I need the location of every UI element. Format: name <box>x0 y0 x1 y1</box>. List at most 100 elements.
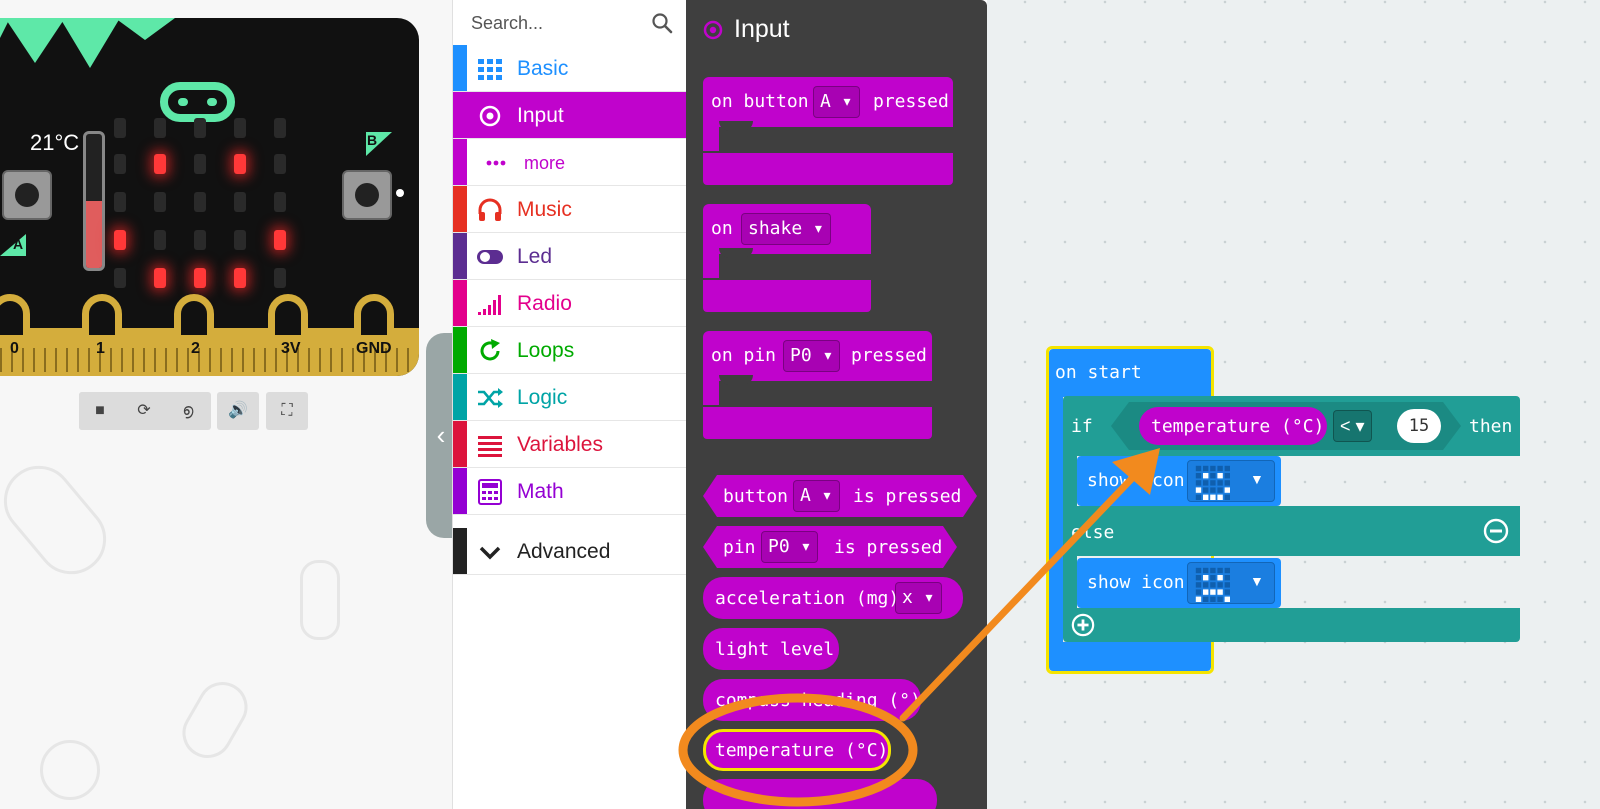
toolbox-category-basic[interactable]: Basic <box>453 45 687 92</box>
block-text: temperature (°C) <box>1151 416 1325 437</box>
toolbox-category-advanced[interactable]: Advanced <box>453 528 687 575</box>
axis-dropdown[interactable]: x ▾ <box>895 582 942 614</box>
block-on-button-pressed[interactable]: on button A ▾ pressed <box>703 77 953 187</box>
edge-tooth <box>396 348 398 372</box>
icon-dropdown[interactable]: ▼ <box>1187 460 1275 502</box>
block-text: is pressed <box>853 486 962 507</box>
toolbox-category-logic[interactable]: Logic <box>453 374 687 421</box>
pin-gnd[interactable] <box>354 294 394 342</box>
button-dropdown[interactable]: A ▾ <box>793 480 840 512</box>
restart-icon[interactable]: ⟳ <box>123 392 165 430</box>
edge-tooth <box>22 348 24 372</box>
icon-dropdown[interactable]: ▼ <box>1187 562 1275 604</box>
happy-face-icon <box>1195 465 1230 500</box>
search-icon[interactable] <box>651 12 673 34</box>
block-button-is-pressed[interactable]: button A ▾ is pressed <box>703 475 977 517</box>
block-text: on pin <box>711 345 777 366</box>
block-on-pin-pressed[interactable]: on pin P0 ▾ pressed <box>703 331 932 441</box>
led-pixel <box>114 230 126 250</box>
category-label: Basic <box>517 57 569 80</box>
block-show-icon-sad[interactable]: show icon ▼ <box>1077 558 1281 608</box>
icon-pixel <box>1224 480 1230 486</box>
edge-tooth <box>352 348 354 372</box>
pin-3v[interactable] <box>268 294 308 342</box>
led-pixel <box>154 192 166 212</box>
led-pixel <box>154 118 166 138</box>
sad-face-icon <box>1195 567 1230 602</box>
icon-pixel <box>1224 575 1230 581</box>
icon-pixel <box>1195 494 1202 500</box>
block-pin-is-pressed[interactable]: pin P0 ▾ is pressed <box>703 526 957 568</box>
temperature-slider[interactable] <box>83 131 105 271</box>
toolbox-category-music[interactable]: Music <box>453 186 687 233</box>
edge-tooth <box>0 348 2 372</box>
edge-tooth <box>220 348 222 372</box>
pin-0[interactable] <box>0 294 30 342</box>
toolbox-category-led[interactable]: Led <box>453 233 687 280</box>
toolbox-category-variables[interactable]: Variables <box>453 421 687 468</box>
block-temperature[interactable]: temperature (°C) <box>703 729 891 771</box>
block-next-partial[interactable] <box>703 779 937 809</box>
pin-2[interactable] <box>174 294 214 342</box>
block-acceleration[interactable]: acceleration (mg) x ▾ <box>703 577 963 619</box>
background-doodle <box>173 672 257 768</box>
workspace[interactable]: on start if then temperature (°C) < ▾ 15… <box>987 0 1600 809</box>
block-temperature-reporter[interactable]: temperature (°C) <box>1139 407 1327 445</box>
icon-pixel <box>1217 480 1223 486</box>
board-corner-stripe <box>60 18 120 68</box>
icon-pixel <box>1203 582 1209 588</box>
microbit-logo[interactable] <box>160 82 235 122</box>
threshold-input[interactable]: 15 <box>1397 409 1441 443</box>
sound-icon[interactable]: 🔊 <box>217 392 259 430</box>
block-footer <box>703 153 953 185</box>
pin-dropdown[interactable]: P0 ▾ <box>761 531 818 563</box>
button-a[interactable] <box>2 170 52 220</box>
icon-pixel <box>1195 582 1202 588</box>
block-body <box>703 121 719 151</box>
button-dropdown[interactable]: A ▾ <box>813 86 860 118</box>
led-pixel <box>194 230 206 250</box>
compare-block[interactable]: temperature (°C) < ▾ 15 <box>1111 402 1461 450</box>
block-on-start[interactable]: on start <box>1049 349 1211 397</box>
pin-1[interactable] <box>82 294 122 342</box>
button-b[interactable] <box>342 170 392 220</box>
edge-tooth <box>176 348 178 372</box>
block-on-shake[interactable]: on shake ▾ <box>703 204 871 314</box>
icon-pixel <box>1224 465 1230 472</box>
toolbox-category-input-more[interactable]: more <box>453 139 687 186</box>
button-a-label: A <box>13 236 24 252</box>
icon-pixel <box>1203 465 1209 472</box>
if-footer <box>1063 608 1520 642</box>
category-color-bar <box>453 139 467 185</box>
toolbox-category-loops[interactable]: Loops <box>453 327 687 374</box>
block-compass-heading[interactable]: compass heading (°) <box>703 679 921 721</box>
input-flyout: Input on button A ▾ pressed on shake ▾ o… <box>686 0 987 809</box>
edge-tooth <box>110 348 112 372</box>
target-icon <box>703 20 723 40</box>
target-icon <box>479 105 501 127</box>
dropdown-value: < <box>1340 416 1351 436</box>
search-input[interactable] <box>471 9 641 37</box>
toolbox-category-radio[interactable]: Radio <box>453 280 687 327</box>
toolbox-category-math[interactable]: Math <box>453 468 687 515</box>
led-pixel <box>274 268 286 288</box>
remove-else-icon[interactable] <box>1483 518 1509 544</box>
block-body <box>703 375 719 405</box>
gesture-dropdown[interactable]: shake ▾ <box>741 213 831 245</box>
block-text: show icon <box>1087 470 1185 491</box>
led-pixel <box>234 230 246 250</box>
icon-pixel <box>1217 473 1223 479</box>
operator-dropdown[interactable]: < ▾ <box>1333 410 1372 442</box>
category-label: Math <box>517 480 564 503</box>
slow-mo-icon[interactable]: ൭ <box>167 392 209 430</box>
block-if-then[interactable]: if then temperature (°C) < ▾ 15 <box>1063 396 1520 456</box>
led-pixel <box>114 118 126 138</box>
pin-dropdown[interactable]: P0 ▾ <box>783 340 841 372</box>
toggle-icon <box>477 250 503 264</box>
toolbox-category-input[interactable]: Input <box>453 92 687 139</box>
stop-icon[interactable]: ■ <box>79 392 121 430</box>
add-else-if-icon[interactable] <box>1071 613 1095 637</box>
block-light-level[interactable]: light level <box>703 628 839 670</box>
fullscreen-icon[interactable]: ⛶ <box>266 392 308 430</box>
block-show-icon-happy[interactable]: show icon ▼ <box>1077 456 1281 506</box>
